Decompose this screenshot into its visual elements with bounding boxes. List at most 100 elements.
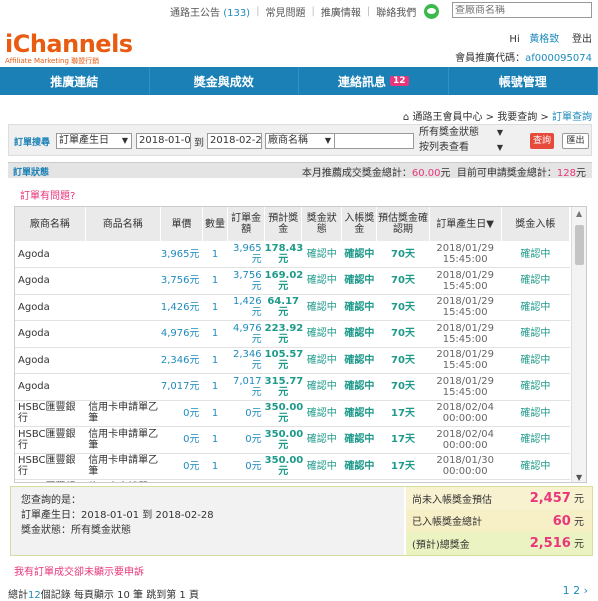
cell-product: 信用卡申請單乙筆 — [85, 453, 160, 480]
divider: | — [256, 6, 259, 17]
cell-date: 2018/02/04 00:00:00 — [429, 427, 501, 454]
table-row: Agoda4,976元14,976元223.92元確認中確認中70天2018/0… — [15, 321, 570, 348]
logout-link[interactable]: 登出 — [572, 34, 592, 45]
table-row: HSBC匯豐銀行信用卡申請單乙筆0元10元350.00元確認中確認中17天201… — [15, 427, 570, 454]
cell-price: 0元 — [160, 400, 202, 427]
jump-page-input[interactable]: 1 — [179, 590, 185, 601]
cell-credited: 確認中 — [342, 268, 377, 295]
nav-messages[interactable]: 連絡訊息12 — [299, 67, 449, 95]
faq-link[interactable]: 常見問題 — [265, 4, 305, 19]
cell-vendor: HSBC匯豐銀行 — [15, 453, 85, 480]
vendor-select[interactable]: 廠商名稱▼ — [265, 133, 335, 149]
date-to-input[interactable]: 2018-02-28 — [207, 133, 262, 149]
date-from-input[interactable]: 2018-01-01 — [136, 133, 191, 149]
date-type-select[interactable]: 訂單產生日▼ — [56, 133, 132, 149]
nav-promote-links[interactable]: 推廣連結 — [0, 67, 150, 95]
cell-product — [85, 268, 160, 295]
column-header: 入帳獎金 — [342, 207, 377, 241]
cell-confirm: 17天 — [377, 427, 429, 454]
scroll-down-icon[interactable]: ▼ — [576, 473, 582, 482]
contact-link[interactable]: 聯絡我們 — [376, 4, 416, 19]
column-header[interactable]: 訂單產生日▼ — [429, 207, 501, 241]
bonus-totals: 本月推薦成交獎金總計：60.00元 目前可申請獎金總計：128元 — [302, 164, 586, 179]
cell-date: 2018/02/04 00:00:00 — [429, 400, 501, 427]
cell-qty: 1 — [203, 294, 228, 321]
table-row: HSBC匯豐銀行信用卡申請單乙筆0元10元350.00元確認中確認中17天201… — [15, 480, 570, 484]
cell-status: 確認中 — [302, 268, 342, 295]
scroll-thumb[interactable] — [575, 225, 584, 265]
pending-bonus-value: 2,457 — [530, 491, 571, 506]
per-page-select[interactable]: 10 — [117, 590, 130, 601]
cell-date: 2018/01/29 15:45:00 — [429, 347, 501, 374]
cell-date: 2018/01/29 15:45:00 — [429, 268, 501, 295]
cell-vendor: HSBC匯豐銀行 — [15, 427, 85, 454]
cell-amount: 2,346元 — [228, 347, 265, 374]
nav-account[interactable]: 帳號管理 — [449, 67, 598, 95]
record-count: 12 — [28, 590, 41, 601]
pagination: 1 2 › — [563, 584, 588, 597]
table-scrollbar[interactable]: ▲ ▼ — [571, 207, 586, 483]
cell-bonus: 169.02元 — [265, 268, 302, 295]
cell-confirm: 70天 — [377, 347, 429, 374]
cell-price: 7,017元 — [160, 374, 202, 401]
table-row: HSBC匯豐銀行信用卡申請單乙筆0元10元350.00元確認中確認中17天201… — [15, 400, 570, 427]
cell-product: 信用卡申請單乙筆 — [85, 427, 160, 454]
vendor-search-input[interactable] — [455, 5, 575, 16]
cell-vendor: Agoda — [15, 268, 85, 295]
summary-date-range: 訂單產生日：2018-01-01 到 2018-02-28 — [21, 508, 394, 523]
greeting: Hi — [509, 34, 519, 45]
home-icon: ⌂ — [403, 112, 409, 123]
column-header: 廠商名稱 — [15, 207, 85, 241]
vendor-input[interactable] — [334, 133, 414, 149]
cell-amount: 7,017元 — [228, 374, 265, 401]
order-status-bar: 訂單狀態 本月推薦成交獎金總計：60.00元 目前可申請獎金總計：128元 — [8, 162, 592, 178]
line-icon[interactable] — [424, 4, 439, 19]
order-problem-link[interactable]: 訂單有問題? — [20, 187, 75, 202]
chevron-down-icon: ▼ — [122, 134, 128, 148]
complaint-link[interactable]: 我有訂單成交卻未顯示要申訴 — [14, 563, 144, 578]
cell-qty: 1 — [203, 400, 228, 427]
column-header: 商品名稱 — [85, 207, 160, 241]
monthly-bonus-amount: 60.00 — [412, 168, 441, 179]
logo[interactable]: iChannels Affiliate Marketing 聯盟行銷 — [5, 30, 133, 66]
export-button[interactable]: 匯出 — [562, 133, 589, 149]
cell-credit-date: 確認中 — [501, 453, 569, 480]
breadcrumb-query[interactable]: 我要查詢 — [497, 112, 537, 123]
cell-amount: 0元 — [228, 480, 265, 484]
search-button[interactable]: 查詢 — [530, 133, 554, 149]
view-mode-select[interactable]: 按列表查看▼ — [417, 141, 503, 156]
chevron-down-icon: ▼ — [325, 134, 331, 148]
cell-credited: 確認中 — [342, 427, 377, 454]
recommend-news-link[interactable]: 推廣情報 — [321, 4, 361, 19]
vendor-search[interactable] — [452, 2, 592, 18]
page-2[interactable]: 2 — [573, 584, 580, 597]
cell-vendor: HSBC匯豐銀行 — [15, 400, 85, 427]
cell-product: 信用卡申請單乙筆 — [85, 400, 160, 427]
cell-price: 0元 — [160, 427, 202, 454]
cell-amount: 0元 — [228, 453, 265, 480]
nav-bonus-performance[interactable]: 獎金與成效 — [150, 67, 300, 95]
cell-confirm: 70天 — [377, 321, 429, 348]
cell-qty: 1 — [203, 321, 228, 348]
announcement-count: (133) — [223, 8, 250, 19]
top-links: 通路王公告 (133) | 常見問題 | 推廣情報 | 聯絡我們 — [170, 4, 439, 18]
cell-amount: 1,426元 — [228, 294, 265, 321]
breadcrumb-home[interactable]: 通路王會員中心 — [412, 112, 482, 123]
next-page-icon[interactable]: › — [584, 584, 588, 597]
announcement-link[interactable]: 通路王公告 (133) — [170, 4, 250, 19]
bonus-status-select[interactable]: 所有獎金狀態▼ — [417, 126, 503, 141]
page-1[interactable]: 1 — [563, 584, 570, 597]
cell-price: 1,426元 — [160, 294, 202, 321]
cell-date: 2018/01/29 15:45:00 — [429, 374, 501, 401]
cell-date: 2018/01/30 00:00:00 — [429, 453, 501, 480]
member-code: af000095074 — [525, 53, 592, 64]
column-header: 預估獎金確認期 — [377, 207, 429, 241]
cell-product — [85, 241, 160, 268]
chevron-down-icon: ▼ — [497, 141, 503, 155]
cell-status: 確認中 — [302, 374, 342, 401]
table-row: Agoda1,426元11,426元64.17元確認中確認中70天2018/01… — [15, 294, 570, 321]
cell-credit-date: 確認中 — [501, 400, 569, 427]
cell-qty: 1 — [203, 427, 228, 454]
user-name-link[interactable]: 黃格致 — [529, 34, 559, 45]
scroll-up-icon[interactable]: ▲ — [576, 209, 582, 218]
